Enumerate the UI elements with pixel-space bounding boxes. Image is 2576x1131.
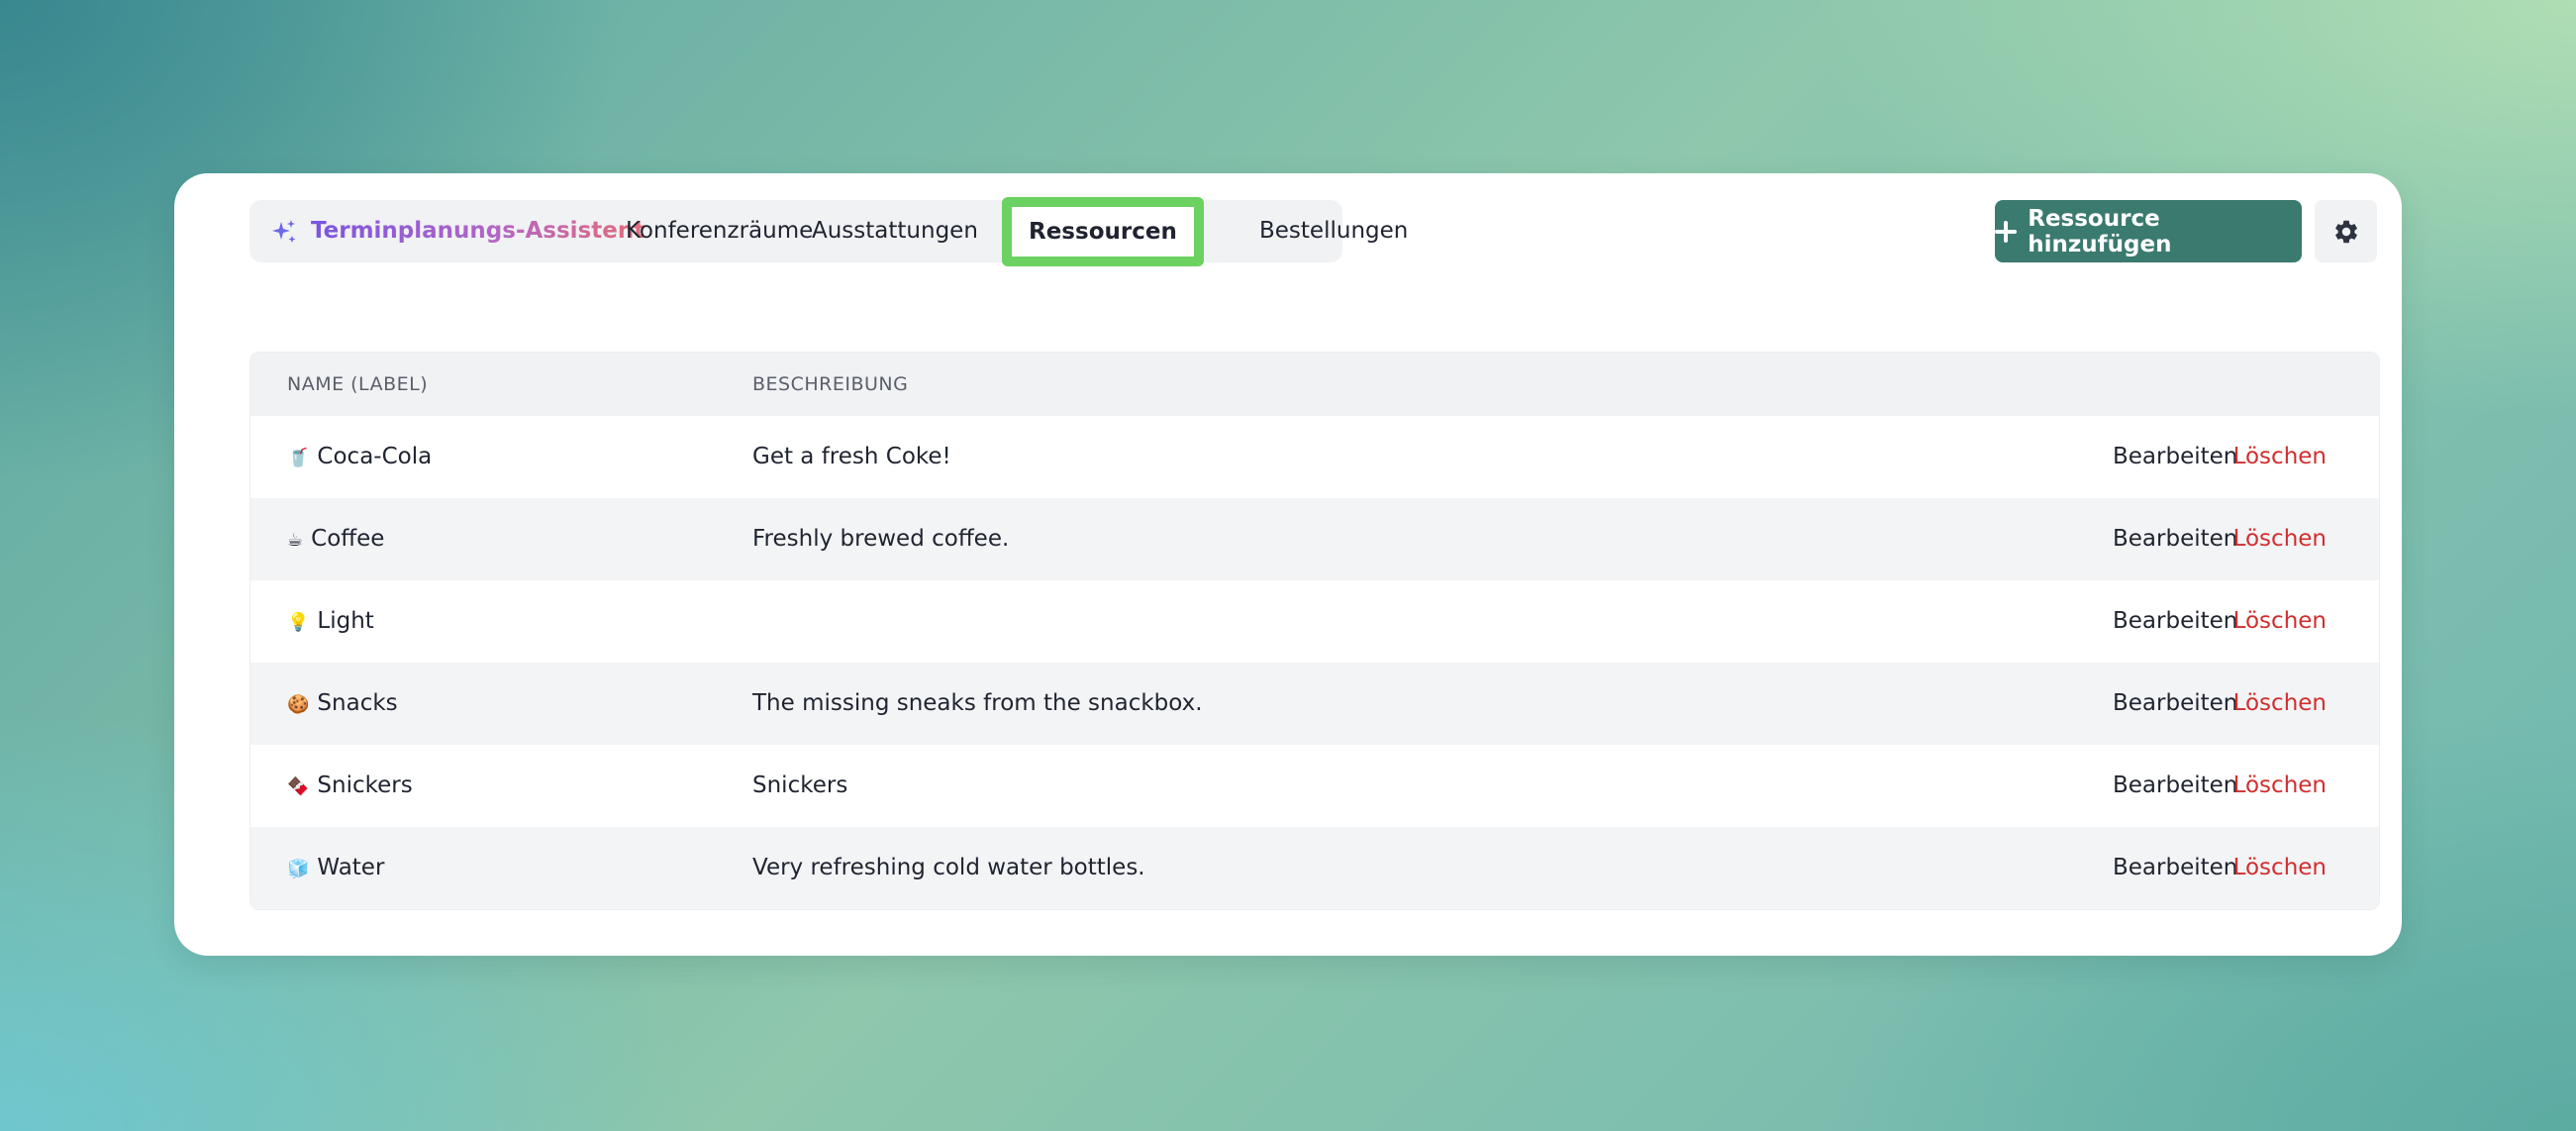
table-row: 🧊 Water Very refreshing cold water bottle… bbox=[250, 827, 2379, 909]
table-row: ☕ Coffee Freshly brewed coffee. Bearbeite… bbox=[250, 498, 2379, 580]
resource-emoji-icon: 🍪 bbox=[287, 694, 310, 715]
gear-icon bbox=[2334, 220, 2357, 243]
resource-description: Get a fresh Coke! bbox=[752, 444, 951, 469]
tab-equipment[interactable]: Ausstattungen bbox=[812, 200, 978, 262]
resource-description: Freshly brewed coffee. bbox=[752, 526, 1010, 552]
tab-resources[interactable]: Ressourcen bbox=[1002, 197, 1204, 266]
add-resource-label: Ressource hinzufügen bbox=[2028, 205, 2172, 257]
tab-bar: Terminplanungs-Assistent Konferenzräume … bbox=[249, 197, 1408, 266]
resource-name: Water bbox=[317, 855, 385, 880]
sparkle-icon bbox=[272, 219, 296, 243]
resource-description: The missing sneaks from the snackbox. bbox=[752, 690, 1203, 716]
edit-link[interactable]: Bearbeiten bbox=[2113, 580, 2237, 663]
table-row: 💡 Light Bearbeiten Löschen bbox=[250, 580, 2379, 663]
table-header: NAME (LABEL) BESCHREIBUNG bbox=[250, 353, 2379, 416]
resource-emoji-icon: 💡 bbox=[287, 612, 310, 633]
tab-orders[interactable]: Bestellungen bbox=[1259, 200, 1408, 262]
delete-link[interactable]: Löschen bbox=[2233, 745, 2327, 827]
edit-link[interactable]: Bearbeiten bbox=[2113, 663, 2237, 745]
tab-conference-rooms[interactable]: Konferenzräume bbox=[626, 200, 813, 262]
delete-link[interactable]: Löschen bbox=[2233, 663, 2327, 745]
resource-name-cell: 🧊 Water bbox=[287, 827, 385, 909]
delete-link[interactable]: Löschen bbox=[2233, 827, 2327, 909]
resource-name-cell: 🍫 Snickers bbox=[287, 745, 413, 828]
resources-table: NAME (LABEL) BESCHREIBUNG 🥤 Coca-Cola Get… bbox=[249, 352, 2380, 910]
resource-name-cell: 🍪 Snacks bbox=[287, 663, 398, 746]
column-header-description: BESCHREIBUNG bbox=[752, 373, 909, 395]
resource-description: Snickers bbox=[752, 772, 848, 798]
tab-scheduling-assistant[interactable]: Terminplanungs-Assistent bbox=[269, 200, 644, 262]
edit-link[interactable]: Bearbeiten bbox=[2113, 745, 2237, 827]
edit-link[interactable]: Bearbeiten bbox=[2113, 498, 2237, 580]
resource-emoji-icon: 🍫 bbox=[287, 776, 310, 797]
settings-button[interactable] bbox=[2315, 200, 2377, 262]
table-row: 🍫 Snickers Snickers Bearbeiten Löschen bbox=[250, 745, 2379, 827]
resource-name: Snickers bbox=[317, 772, 413, 798]
resource-name: Snacks bbox=[317, 690, 398, 716]
add-resource-button[interactable]: Ressource hinzufügen bbox=[1995, 200, 2302, 262]
delete-link[interactable]: Löschen bbox=[2233, 498, 2327, 580]
column-header-name: NAME (LABEL) bbox=[287, 373, 429, 395]
delete-link[interactable]: Löschen bbox=[2233, 580, 2327, 663]
resource-name-cell: 🥤 Coca-Cola bbox=[287, 416, 432, 499]
edit-link[interactable]: Bearbeiten bbox=[2113, 827, 2237, 909]
resource-name: Coca-Cola bbox=[317, 444, 433, 469]
plus-icon bbox=[1995, 220, 2018, 243]
resource-emoji-icon: 🥤 bbox=[287, 448, 310, 468]
resource-name: Coffee bbox=[311, 526, 385, 552]
resource-name-cell: ☕ Coffee bbox=[287, 498, 384, 581]
tab-scheduling-assistant-label: Terminplanungs-Assistent bbox=[311, 200, 644, 262]
resource-description: Very refreshing cold water bottles. bbox=[752, 855, 1145, 880]
edit-link[interactable]: Bearbeiten bbox=[2113, 416, 2237, 498]
resources-card: Terminplanungs-Assistent Konferenzräume … bbox=[174, 173, 2402, 956]
resource-name-cell: 💡 Light bbox=[287, 580, 374, 664]
delete-link[interactable]: Löschen bbox=[2233, 416, 2327, 498]
resource-emoji-icon: ☕ bbox=[287, 530, 304, 551]
table-row: 🍪 Snacks The missing sneaks from the snac… bbox=[250, 663, 2379, 745]
table-row: 🥤 Coca-Cola Get a fresh Coke! Bearbeiten … bbox=[250, 416, 2379, 498]
resource-emoji-icon: 🧊 bbox=[287, 859, 310, 879]
resource-name: Light bbox=[317, 608, 374, 634]
